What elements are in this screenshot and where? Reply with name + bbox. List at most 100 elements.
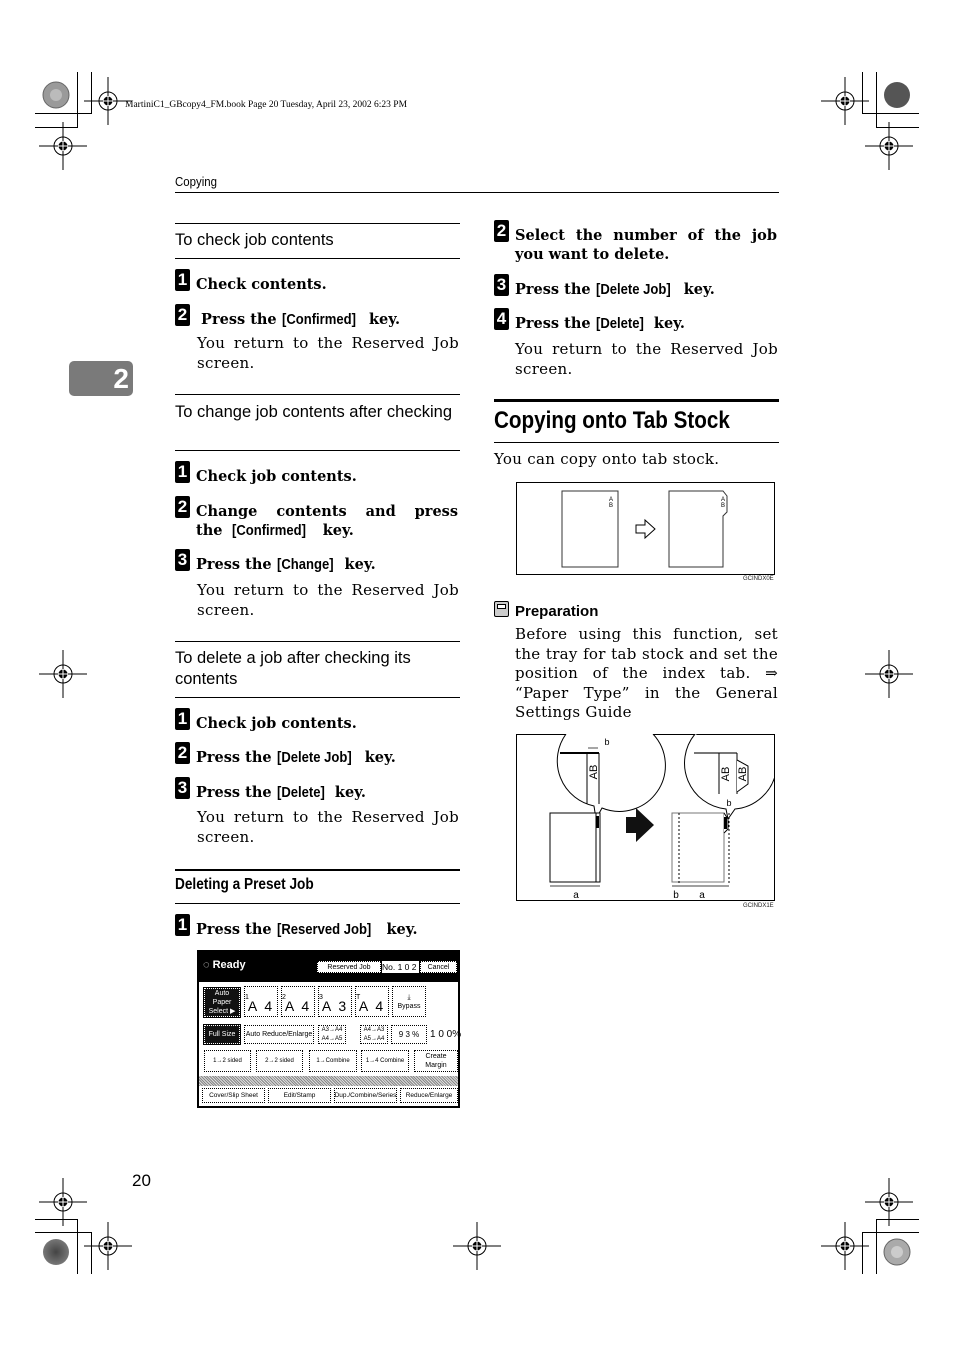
step-item: 2 Press the [Confirmed] key. <box>175 304 400 330</box>
header-rule <box>175 192 779 193</box>
tray-t-button[interactable]: TA 4 <box>355 986 389 1017</box>
step-number: 3 <box>494 274 509 296</box>
section-rule <box>175 258 460 259</box>
key-change: [Change] <box>276 557 334 573</box>
registration-mark-icon <box>38 121 88 171</box>
step-item: 4 Press the [Delete] key. <box>494 308 685 334</box>
running-header: Copying <box>175 174 217 189</box>
registration-mark-icon <box>864 1177 914 1227</box>
step-text: Press the [Delete] key. <box>515 314 685 334</box>
section-rule <box>175 641 460 642</box>
registration-mark-icon <box>38 649 88 699</box>
auto-paper-select-button[interactable]: Auto Paper Select ▶ <box>203 987 241 1018</box>
step-number: 1 <box>175 914 190 936</box>
figure-caption: GCINDX0E <box>743 576 774 582</box>
key-reserved-job: [Reserved Job] <box>276 922 371 938</box>
section-title: To change job contents after checking <box>175 403 453 421</box>
dim-b-label: b <box>726 798 731 808</box>
key-confirmed: [Confirmed] <box>281 312 356 328</box>
heading-rule-bottom <box>494 442 779 443</box>
step-number: 4 <box>494 308 509 330</box>
step-number: 2 <box>175 742 190 764</box>
duplex-mode-2-button[interactable]: 2→2 sided <box>256 1050 303 1072</box>
ratio-preset-2-button[interactable]: A4→A3 A5→A4 <box>360 1025 388 1044</box>
section-rule <box>175 450 460 451</box>
combine-mode-1-button[interactable]: 1→Combine <box>309 1050 357 1072</box>
registration-mark-icon <box>38 1177 88 1227</box>
section-rule <box>175 697 460 698</box>
figure-caption: GCINDX1E <box>743 903 774 909</box>
step-item: 2 Press the [Delete Job] key. <box>175 742 396 768</box>
label-b: B <box>721 503 725 509</box>
step-text-post: key. <box>381 921 418 938</box>
create-margin-button[interactable]: Create Margin <box>414 1050 458 1072</box>
step-text-pre: Press the <box>515 281 596 298</box>
registration-mark-icon <box>864 649 914 699</box>
tab-dup-combine-series[interactable]: Dup./Combine/Series <box>334 1088 397 1103</box>
step-item: 1 Check job contents. <box>175 708 357 733</box>
intro-text: You can copy onto tab stock. <box>494 450 720 468</box>
step-text: Press the [Change] key. <box>196 555 376 575</box>
tray-3-button[interactable]: 3A 3 <box>318 986 352 1017</box>
label-ab: AB <box>720 767 732 782</box>
step-text: Change contents and press the [Confirmed… <box>196 502 458 541</box>
preparation-title: Preparation <box>515 603 599 620</box>
step-item: 1 Check job contents. <box>175 461 357 486</box>
heading-rule-top <box>494 399 779 402</box>
key-delete-job: [Delete Job] <box>276 750 352 766</box>
full-size-button[interactable]: Full Size <box>203 1024 241 1045</box>
step-number: 3 <box>175 549 190 571</box>
step-number: 1 <box>175 269 190 291</box>
copier-panel-screenshot: ◌ Ready Reserved Job No. 1 0 2 Cancel Au… <box>197 950 461 1108</box>
step-item: 1 Press the [Reserved Job] key. <box>175 914 418 940</box>
ratio-preset-1-button[interactable]: A3→A4 A4→A5 <box>318 1025 346 1044</box>
tab-cover-slip-sheet[interactable]: Cover/Slip Sheet <box>202 1088 265 1103</box>
step-number: 1 <box>175 708 190 730</box>
key-delete-job: [Delete Job] <box>595 282 671 298</box>
step-result: You return to the Reserved Job screen. <box>197 581 459 619</box>
auto-reduce-enlarge-button[interactable]: Auto Reduce/Enlarge <box>244 1025 314 1044</box>
color-target-icon <box>43 1239 69 1265</box>
label-ab: AB <box>737 767 749 782</box>
dim-b-label: b <box>673 890 679 901</box>
bypass-icon: ⤓ <box>407 993 411 1001</box>
cancel-button[interactable]: Cancel <box>420 961 457 973</box>
registration-mark-icon <box>452 1221 502 1271</box>
step-text: Select the number of the job you want to… <box>515 227 777 263</box>
step-text: Press the [Confirmed] key. <box>196 310 400 330</box>
step-text: Check job contents. <box>196 715 357 732</box>
step-text-pre: Press the <box>515 315 596 332</box>
step-number: 1 <box>175 461 190 483</box>
step-item: 3 Press the [Delete] key. <box>175 777 366 803</box>
dim-b-label: b <box>604 737 609 747</box>
status-ready: ◌ Ready <box>203 959 246 971</box>
section-rule <box>175 223 460 224</box>
combine-mode-2-button[interactable]: 1→4 Combine <box>361 1050 409 1072</box>
section-heading: Copying onto Tab Stock <box>494 407 730 434</box>
registration-mark-icon <box>820 76 870 126</box>
step-text: Press the [Delete Job] key. <box>515 280 715 300</box>
section-rule <box>175 869 460 871</box>
zoom-preset-button[interactable]: 9 3 % <box>391 1025 427 1044</box>
key-confirmed: [Confirmed] <box>231 523 306 539</box>
print-slug: MartiniC1_GBcopy4_FM.book Page 20 Tuesda… <box>125 100 408 110</box>
step-text-post: key. <box>648 315 685 332</box>
step-text-post: key. <box>678 281 715 298</box>
tab-edit-stamp[interactable]: Edit/Stamp <box>268 1088 331 1103</box>
step-item: 3 Press the [Change] key. <box>175 549 376 575</box>
tray-2-button[interactable]: 2A 4 <box>281 986 315 1017</box>
step-text-pre: Press the <box>196 556 277 573</box>
tray-1-button[interactable]: 1A 4 <box>244 986 278 1017</box>
reserved-job-button[interactable]: Reserved Job <box>317 961 381 973</box>
page-number: 20 <box>132 1171 151 1190</box>
step-number: 2 <box>494 220 509 242</box>
color-target-icon <box>884 82 910 108</box>
step-text-post: key. <box>359 749 396 766</box>
tab-reduce-enlarge[interactable]: Reduce/Enlarge <box>400 1088 458 1103</box>
section-title: To delete a job after checking its conte… <box>175 649 411 688</box>
bypass-button[interactable]: ⤓ Bypass <box>392 986 426 1017</box>
step-result: You return to the Reserved Job screen. <box>197 334 459 372</box>
step-item: 1 Check contents. <box>175 269 327 294</box>
step-text-pre: Press the <box>196 311 282 328</box>
duplex-mode-1-button[interactable]: 1→2 sided <box>204 1050 251 1072</box>
